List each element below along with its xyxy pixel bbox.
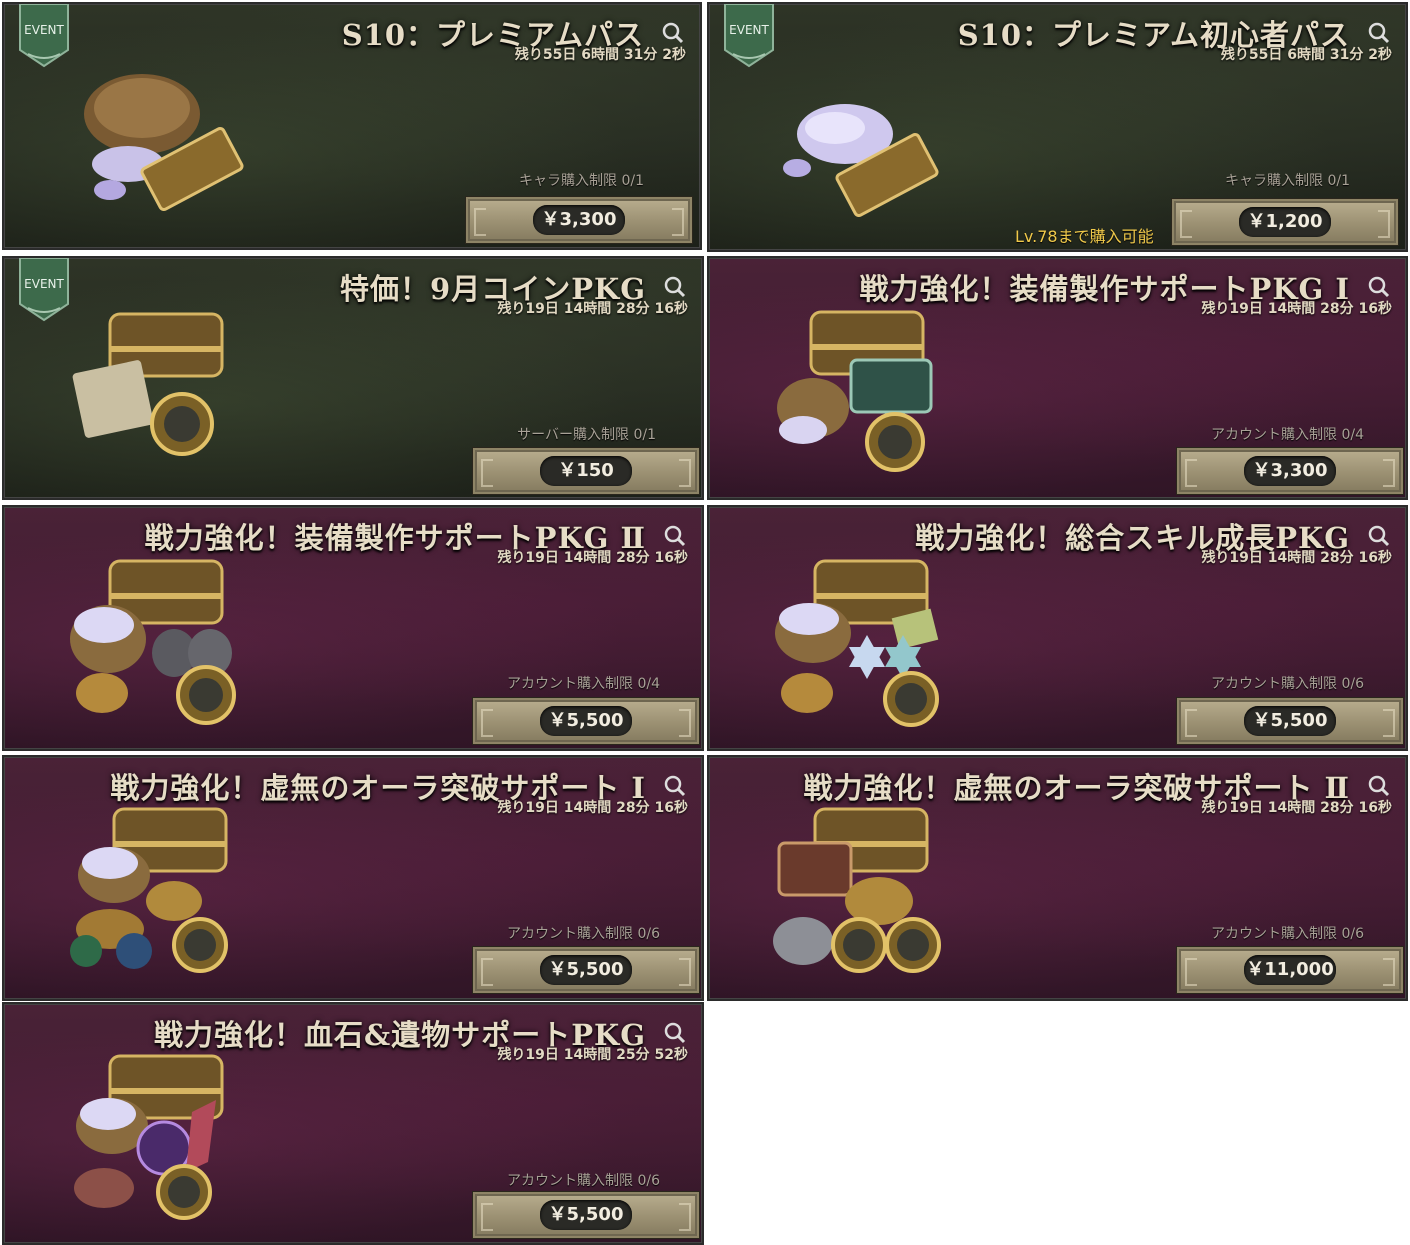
price-label: ￥5,500 <box>540 706 632 736</box>
coin-icon <box>865 412 925 472</box>
purchase-limit: アカウント購入制限 0/4 <box>1211 427 1364 443</box>
remaining-time: 残り19日 14時間 28分 16秒 <box>497 301 688 317</box>
purchase-limit: アカウント購入制限 0/6 <box>1211 676 1364 692</box>
package-card[interactable]: EVENT 特価！9月コインPKG 残り19日 14時間 28分 16秒 サーバ… <box>2 256 704 500</box>
price-label: ￥5,500 <box>1244 706 1336 736</box>
buy-button[interactable]: ￥5,500 <box>473 698 699 744</box>
search-icon[interactable] <box>664 525 686 547</box>
coin-icon <box>883 671 939 727</box>
equipment-support-2-item-image <box>70 559 236 725</box>
event-badge-label: EVENT <box>729 23 769 37</box>
search-icon[interactable] <box>1368 276 1390 298</box>
buy-button[interactable]: ￥5,500 <box>1177 698 1403 744</box>
search-icon[interactable] <box>1368 775 1390 797</box>
purchase-limit: アカウント購入制限 0/4 <box>507 676 660 692</box>
search-icon[interactable] <box>664 1022 686 1044</box>
package-card[interactable]: EVENT S10：プレミアムパス 残り55日 6時間 31分 2秒 キャラ購入… <box>2 2 702 250</box>
search-icon[interactable] <box>664 775 686 797</box>
remaining-time: 残り19日 14時間 28分 16秒 <box>497 550 688 566</box>
purchase-limit: アカウント購入制限 0/6 <box>507 1173 660 1189</box>
purchase-limit: キャラ購入制限 0/1 <box>1225 173 1350 189</box>
void-aura-2-item-image <box>773 807 941 973</box>
search-icon[interactable] <box>664 276 686 298</box>
price-label: ￥3,300 <box>1244 456 1336 486</box>
remaining-time: 残り19日 14時間 28分 16秒 <box>1201 301 1392 317</box>
purchase-limit: キャラ購入制限 0/1 <box>519 173 644 189</box>
bloodstone-relic-item-image <box>74 1054 224 1220</box>
purchase-limit: アカウント購入制限 0/6 <box>1211 926 1364 942</box>
equipment-support-1-item-image <box>777 310 933 472</box>
level-requirement: Lv.78まで購入可能 <box>1015 227 1154 246</box>
package-card[interactable]: 戦力強化！血石&遺物サポートPKG 残り19日 14時間 25分 52秒 アカウ… <box>2 1002 704 1245</box>
coin-icon <box>831 917 887 973</box>
search-icon[interactable] <box>1368 525 1390 547</box>
package-card[interactable]: 戦力強化！虚無のオーラ突破サポート Ⅰ 残り19日 14時間 28分 16秒 ア… <box>2 755 704 1001</box>
coin-package-item-image <box>72 312 224 456</box>
void-aura-1-item-image <box>70 807 228 973</box>
buy-button[interactable]: ￥3,300 <box>1177 448 1403 494</box>
event-badge-label: EVENT <box>24 277 64 291</box>
beginner-pass-item-image <box>783 104 939 217</box>
price-label: ￥5,500 <box>540 1200 632 1230</box>
event-badge: EVENT <box>724 4 774 68</box>
package-card[interactable]: 戦力強化！装備製作サポートPKG Ⅱ 残り19日 14時間 28分 16秒 アカ… <box>2 505 704 751</box>
event-badge: EVENT <box>19 4 69 68</box>
buy-button[interactable]: ￥150 <box>473 448 699 494</box>
remaining-time: 残り55日 6時間 31分 2秒 <box>1220 47 1392 63</box>
price-label: ￥11,000 <box>1244 955 1336 985</box>
season-pass-item-image <box>84 74 244 211</box>
remaining-time: 残り19日 14時間 28分 16秒 <box>497 800 688 816</box>
search-icon[interactable] <box>1368 22 1390 44</box>
package-card[interactable]: 戦力強化！総合スキル成長PKG 残り19日 14時間 28分 16秒 アカウント… <box>707 505 1408 751</box>
package-card[interactable]: 戦力強化！虚無のオーラ突破サポート Ⅱ 残り19日 14時間 28分 16秒 ア… <box>707 755 1408 1001</box>
buy-button[interactable]: ￥3,300 <box>466 197 692 243</box>
price-label: ￥150 <box>540 456 632 486</box>
buy-button[interactable]: ￥1,200 <box>1172 199 1398 245</box>
buy-button[interactable]: ￥5,500 <box>473 1192 699 1238</box>
coin-icon <box>150 392 214 456</box>
coin-icon <box>885 917 941 973</box>
price-label: ￥5,500 <box>540 955 632 985</box>
search-icon[interactable] <box>662 22 684 44</box>
remaining-time: 残り55日 6時間 31分 2秒 <box>514 47 686 63</box>
remaining-time: 残り19日 14時間 28分 16秒 <box>1201 800 1392 816</box>
coin-icon <box>176 665 236 725</box>
coin-icon <box>172 917 228 973</box>
event-badge: EVENT <box>19 258 69 322</box>
purchase-limit: アカウント購入制限 0/6 <box>507 926 660 942</box>
event-badge-label: EVENT <box>24 23 64 37</box>
price-label: ￥3,300 <box>533 205 625 235</box>
price-label: ￥1,200 <box>1239 207 1331 237</box>
remaining-time: 残り19日 14時間 25分 52秒 <box>497 1047 688 1063</box>
buy-button[interactable]: ￥5,500 <box>473 947 699 993</box>
buy-button[interactable]: ￥11,000 <box>1177 947 1403 993</box>
package-card[interactable]: 戦力強化！装備製作サポートPKG Ⅰ 残り19日 14時間 28分 16秒 アカ… <box>707 256 1408 500</box>
skill-growth-item-image <box>775 559 939 727</box>
remaining-time: 残り19日 14時間 28分 16秒 <box>1201 550 1392 566</box>
package-card[interactable]: EVENT S10：プレミアム初心者パス 残り55日 6時間 31分 2秒 キャ… <box>707 2 1408 252</box>
coin-icon <box>156 1164 212 1220</box>
purchase-limit: サーバー購入制限 0/1 <box>517 427 656 443</box>
